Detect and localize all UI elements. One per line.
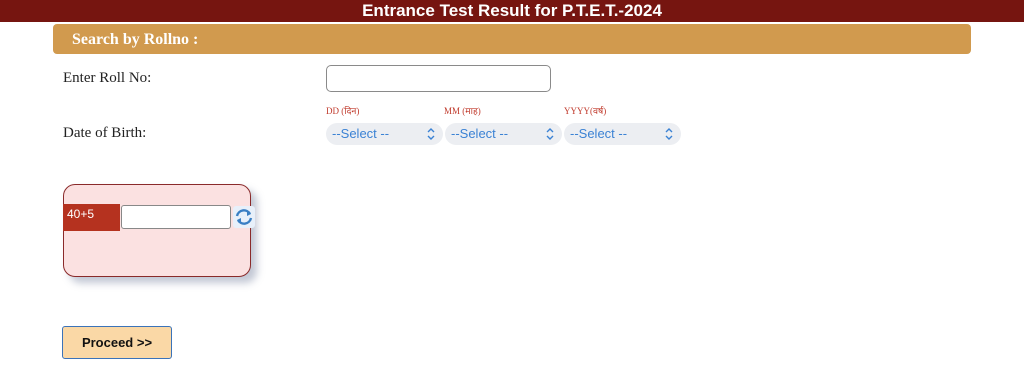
- proceed-button[interactable]: Proceed >>: [62, 326, 172, 359]
- refresh-icon[interactable]: [233, 206, 255, 228]
- mm-hint: MM (माह): [444, 106, 481, 116]
- roll-no-label: Enter Roll No:: [63, 70, 152, 86]
- chevron-updown-icon: [546, 128, 554, 140]
- day-select-value: --Select --: [332, 126, 390, 141]
- search-section-header: Search by Rollno :: [53, 24, 971, 54]
- dd-hint: DD (दिन): [326, 106, 360, 116]
- dob-label: Date of Birth:: [63, 125, 147, 141]
- captcha-code: 40+5: [63, 204, 120, 231]
- search-section-title: Search by Rollno :: [72, 31, 199, 48]
- year-select[interactable]: --Select --: [564, 123, 681, 145]
- year-select-value: --Select --: [570, 126, 628, 141]
- chevron-updown-icon: [427, 128, 435, 140]
- page-title: Entrance Test Result for P.T.E.T.-2024: [362, 1, 662, 20]
- roll-no-input[interactable]: [326, 65, 551, 92]
- page-title-bar: Entrance Test Result for P.T.E.T.-2024: [0, 0, 1024, 22]
- day-select[interactable]: --Select --: [326, 123, 443, 145]
- month-select-value: --Select --: [451, 126, 509, 141]
- chevron-updown-icon: [665, 128, 673, 140]
- captcha-answer-input[interactable]: [121, 205, 231, 229]
- month-select[interactable]: --Select --: [445, 123, 562, 145]
- yyyy-hint: YYYY(वर्ष): [564, 106, 607, 116]
